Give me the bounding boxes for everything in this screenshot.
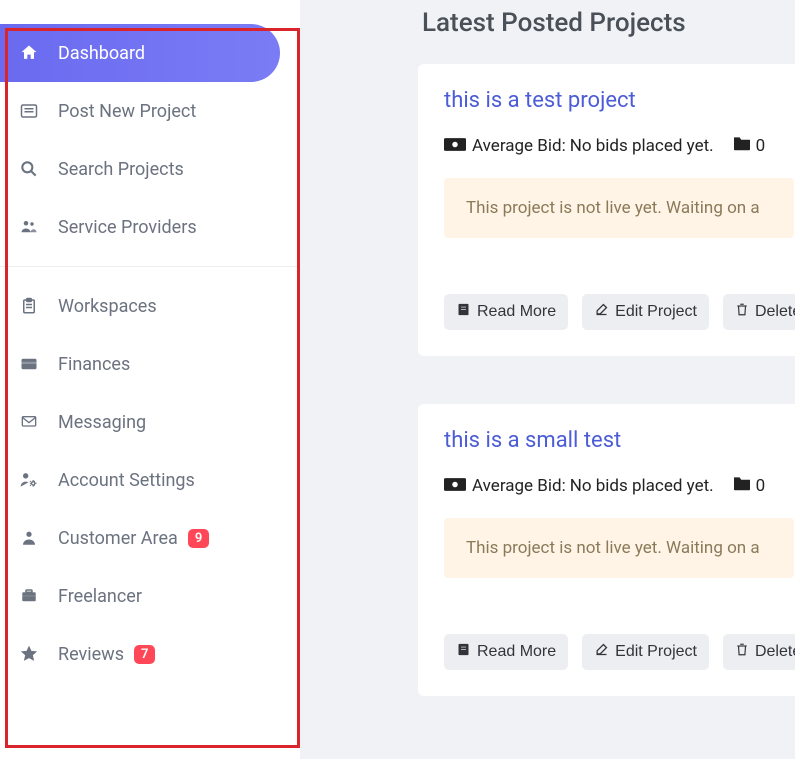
- sidebar-item-label: Account Settings: [58, 470, 195, 491]
- star-icon: [18, 643, 40, 665]
- briefcase-icon: [18, 585, 40, 607]
- sidebar-item-service-providers[interactable]: Service Providers: [0, 198, 300, 256]
- project-actions: Read More Edit Project Delete: [444, 294, 794, 330]
- avg-bid-label: Average Bid:: [472, 136, 566, 156]
- envelope-icon: [18, 411, 40, 433]
- button-label: Edit Project: [615, 643, 697, 661]
- project-title-link[interactable]: this is a small test: [444, 428, 621, 453]
- sidebar-item-label: Reviews: [58, 644, 124, 665]
- sidebar-item-label: Messaging: [58, 412, 146, 433]
- sidebar-item-label: Freelancer: [58, 586, 142, 607]
- delete-button[interactable]: Delete: [723, 634, 795, 670]
- user-icon: [18, 527, 40, 549]
- edit-project-button[interactable]: Edit Project: [582, 634, 709, 670]
- sidebar-item-reviews[interactable]: Reviews 7: [0, 625, 300, 683]
- edit-project-button[interactable]: Edit Project: [582, 294, 709, 330]
- project-notice: This project is not live yet. Waiting on…: [444, 178, 794, 238]
- user-cog-icon: [18, 469, 40, 491]
- form-icon: [18, 100, 40, 122]
- sidebar-item-label: Customer Area: [58, 528, 178, 549]
- button-label: Delete: [755, 643, 795, 661]
- project-card: this is a small test Average Bid: No bid…: [418, 404, 795, 696]
- sidebar-item-label: Service Providers: [58, 217, 197, 238]
- clipboard-icon: [18, 295, 40, 317]
- badge-reviews: 7: [134, 645, 155, 664]
- project-meta: Average Bid: No bids placed yet. 0: [444, 475, 794, 496]
- badge-customer-area: 9: [188, 529, 209, 548]
- sidebar-item-label: Dashboard: [58, 43, 145, 64]
- main-content: Latest Posted Projects this is a test pr…: [320, 0, 795, 744]
- page-title: Latest Posted Projects: [422, 8, 795, 38]
- edit-icon: [594, 302, 609, 322]
- folder-icon: [732, 135, 752, 156]
- sidebar-item-post-new-project[interactable]: Post New Project: [0, 82, 300, 140]
- sidebar-divider: [0, 266, 300, 267]
- project-notice: This project is not live yet. Waiting on…: [444, 518, 794, 578]
- search-icon: [18, 158, 40, 180]
- sidebar-item-finances[interactable]: Finances: [0, 335, 300, 393]
- folder-count: 0: [756, 476, 766, 496]
- project-actions: Read More Edit Project Delete: [444, 634, 794, 670]
- users-icon: [18, 216, 40, 238]
- sidebar-item-dashboard[interactable]: Dashboard: [0, 24, 280, 82]
- sidebar-item-label: Post New Project: [58, 101, 196, 122]
- folder-count: 0: [756, 136, 766, 156]
- money-icon: [444, 136, 466, 156]
- sidebar-item-customer-area[interactable]: Customer Area 9: [0, 509, 300, 567]
- sidebar-item-workspaces[interactable]: Workspaces: [0, 277, 300, 335]
- avg-bid-label: Average Bid:: [472, 476, 566, 496]
- project-title-link[interactable]: this is a test project: [444, 88, 636, 113]
- home-icon: [18, 42, 40, 64]
- sidebar-item-search-projects[interactable]: Search Projects: [0, 140, 300, 198]
- delete-button[interactable]: Delete: [723, 294, 795, 330]
- money-icon: [444, 476, 466, 496]
- sidebar-item-account-settings[interactable]: Account Settings: [0, 451, 300, 509]
- trash-icon: [735, 642, 749, 662]
- sidebar-item-label: Workspaces: [58, 296, 157, 317]
- button-label: Read More: [477, 643, 556, 661]
- book-icon: [456, 302, 471, 322]
- avg-bid-value: No bids placed yet.: [570, 476, 714, 496]
- read-more-button[interactable]: Read More: [444, 634, 568, 670]
- avg-bid-value: No bids placed yet.: [570, 136, 714, 156]
- button-label: Edit Project: [615, 303, 697, 321]
- sidebar-item-messaging[interactable]: Messaging: [0, 393, 300, 451]
- sidebar: Dashboard Post New Project Search Projec…: [0, 0, 300, 759]
- button-label: Read More: [477, 303, 556, 321]
- book-icon: [456, 642, 471, 662]
- sidebar-item-label: Search Projects: [58, 159, 184, 180]
- sidebar-item-freelancer[interactable]: Freelancer: [0, 567, 300, 625]
- edit-icon: [594, 642, 609, 662]
- button-label: Delete: [755, 303, 795, 321]
- sidebar-item-label: Finances: [58, 354, 130, 375]
- project-card: this is a test project Average Bid: No b…: [418, 64, 795, 356]
- trash-icon: [735, 302, 749, 322]
- read-more-button[interactable]: Read More: [444, 294, 568, 330]
- folder-icon: [732, 475, 752, 496]
- wallet-icon: [18, 353, 40, 375]
- project-meta: Average Bid: No bids placed yet. 0: [444, 135, 794, 156]
